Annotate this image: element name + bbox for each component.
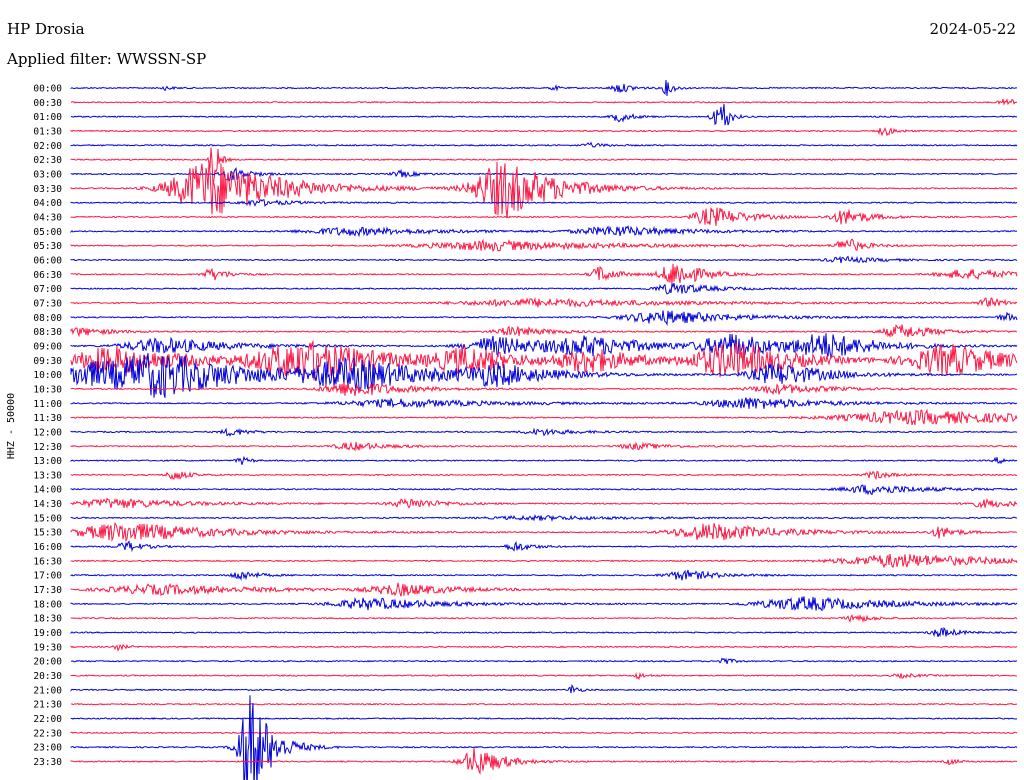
- row-label: 12:30: [33, 442, 62, 453]
- trace-1330: [70, 470, 1018, 480]
- trace-1830: [70, 614, 1018, 623]
- row-label: 08:30: [33, 327, 62, 338]
- row-label: 00:00: [33, 84, 62, 95]
- row-label: 04:30: [33, 212, 62, 223]
- row-label: 05:30: [33, 241, 62, 252]
- trace-1530: [70, 521, 1018, 543]
- row-labels: 00:00 00:30 01:00 01:30 02:00 02:30 03:00 03:30…: [33, 84, 62, 769]
- row-label: 15:30: [33, 528, 62, 539]
- trace-0430: [70, 207, 1018, 227]
- trace-1900: [70, 626, 1018, 638]
- trace-2330: [70, 747, 1018, 775]
- row-label: 22:30: [33, 728, 62, 739]
- trace-1030: [70, 382, 1018, 396]
- trace-0030: [70, 98, 1018, 106]
- trace-1700: [70, 569, 1018, 581]
- trace-2200: [70, 717, 1018, 720]
- row-label: 18:30: [33, 614, 62, 625]
- row-label: 16:30: [33, 556, 62, 567]
- trace-1430: [70, 497, 1018, 510]
- row-label: 02:30: [33, 155, 62, 166]
- row-label: 17:30: [33, 585, 62, 596]
- trace-1800: [70, 596, 1018, 612]
- seismogram-plot: 00:00 00:30 01:00 01:30 02:00 02:30 03:00 03:30…: [33, 79, 1018, 780]
- row-label: 09:00: [33, 341, 62, 352]
- row-label: 16:00: [33, 542, 62, 553]
- trace-0200: [70, 141, 1018, 148]
- trace-2030: [70, 671, 1018, 681]
- row-label: 20:30: [33, 671, 62, 682]
- row-label: 07:30: [33, 298, 62, 309]
- trace-0900: [70, 333, 1018, 360]
- trace-0100: [70, 103, 1018, 126]
- trace-0130: [70, 126, 1018, 137]
- trace-1200: [70, 427, 1018, 437]
- row-label: 23:00: [33, 743, 62, 754]
- row-label: 06:00: [33, 255, 62, 266]
- row-label: 21:30: [33, 700, 62, 711]
- row-label: 02:00: [33, 141, 62, 152]
- row-label: 05:00: [33, 227, 62, 238]
- row-label: 06:30: [33, 270, 62, 281]
- row-label: 11:30: [33, 413, 62, 424]
- trace-2100: [70, 684, 1018, 694]
- row-label: 12:00: [33, 427, 62, 438]
- traces: [70, 79, 1018, 780]
- trace-0830: [70, 324, 1017, 339]
- row-label: 15:00: [33, 513, 62, 524]
- trace-0530: [70, 238, 1018, 253]
- trace-0630: [70, 263, 1018, 285]
- row-label: 08:00: [33, 313, 62, 324]
- trace-2300: [70, 695, 1018, 780]
- trace-1100: [70, 397, 1018, 409]
- trace-0700: [70, 282, 1018, 295]
- trace-2230: [70, 731, 1018, 735]
- row-label: 10:30: [33, 384, 62, 395]
- trace-1630: [70, 553, 1018, 569]
- row-label: 22:00: [33, 714, 62, 725]
- trace-1730: [70, 582, 1018, 597]
- row-label: 14:00: [33, 485, 62, 496]
- trace-0600: [70, 255, 1018, 264]
- trace-1930: [70, 643, 1018, 652]
- trace-0500: [70, 224, 1018, 238]
- row-label: 23:30: [33, 757, 62, 768]
- trace-1500: [70, 514, 1018, 523]
- row-label: 11:00: [33, 399, 62, 410]
- trace-1230: [70, 441, 1017, 452]
- trace-1400: [70, 484, 1018, 496]
- row-label: 07:00: [33, 284, 62, 295]
- row-label: 20:00: [33, 657, 62, 668]
- trace-1130: [70, 408, 1018, 426]
- row-label: 03:00: [33, 169, 62, 180]
- row-label: 01:30: [33, 126, 62, 137]
- trace-0230: [70, 147, 1018, 186]
- row-label: 10:00: [33, 370, 62, 381]
- row-label: 21:00: [33, 685, 62, 696]
- trace-0730: [70, 296, 1018, 309]
- row-label: 19:00: [33, 628, 62, 639]
- trace-0330: [70, 160, 1018, 219]
- row-label: 00:30: [33, 98, 62, 109]
- trace-0800: [70, 310, 1018, 327]
- trace-1300: [70, 455, 1018, 465]
- row-label: 01:00: [33, 112, 62, 123]
- row-label: 17:00: [33, 571, 62, 582]
- row-label: 13:30: [33, 470, 62, 481]
- row-label: 09:30: [33, 356, 62, 367]
- row-label: 03:30: [33, 184, 62, 195]
- row-label: 18:00: [33, 599, 62, 610]
- trace-2130: [70, 702, 1018, 706]
- row-label: 19:30: [33, 642, 62, 653]
- row-label: 04:00: [33, 198, 62, 209]
- row-label: 13:00: [33, 456, 62, 467]
- trace-0000: [70, 79, 1018, 97]
- row-label: 14:30: [33, 499, 62, 510]
- trace-2000: [70, 657, 1017, 665]
- trace-1600: [70, 540, 1018, 553]
